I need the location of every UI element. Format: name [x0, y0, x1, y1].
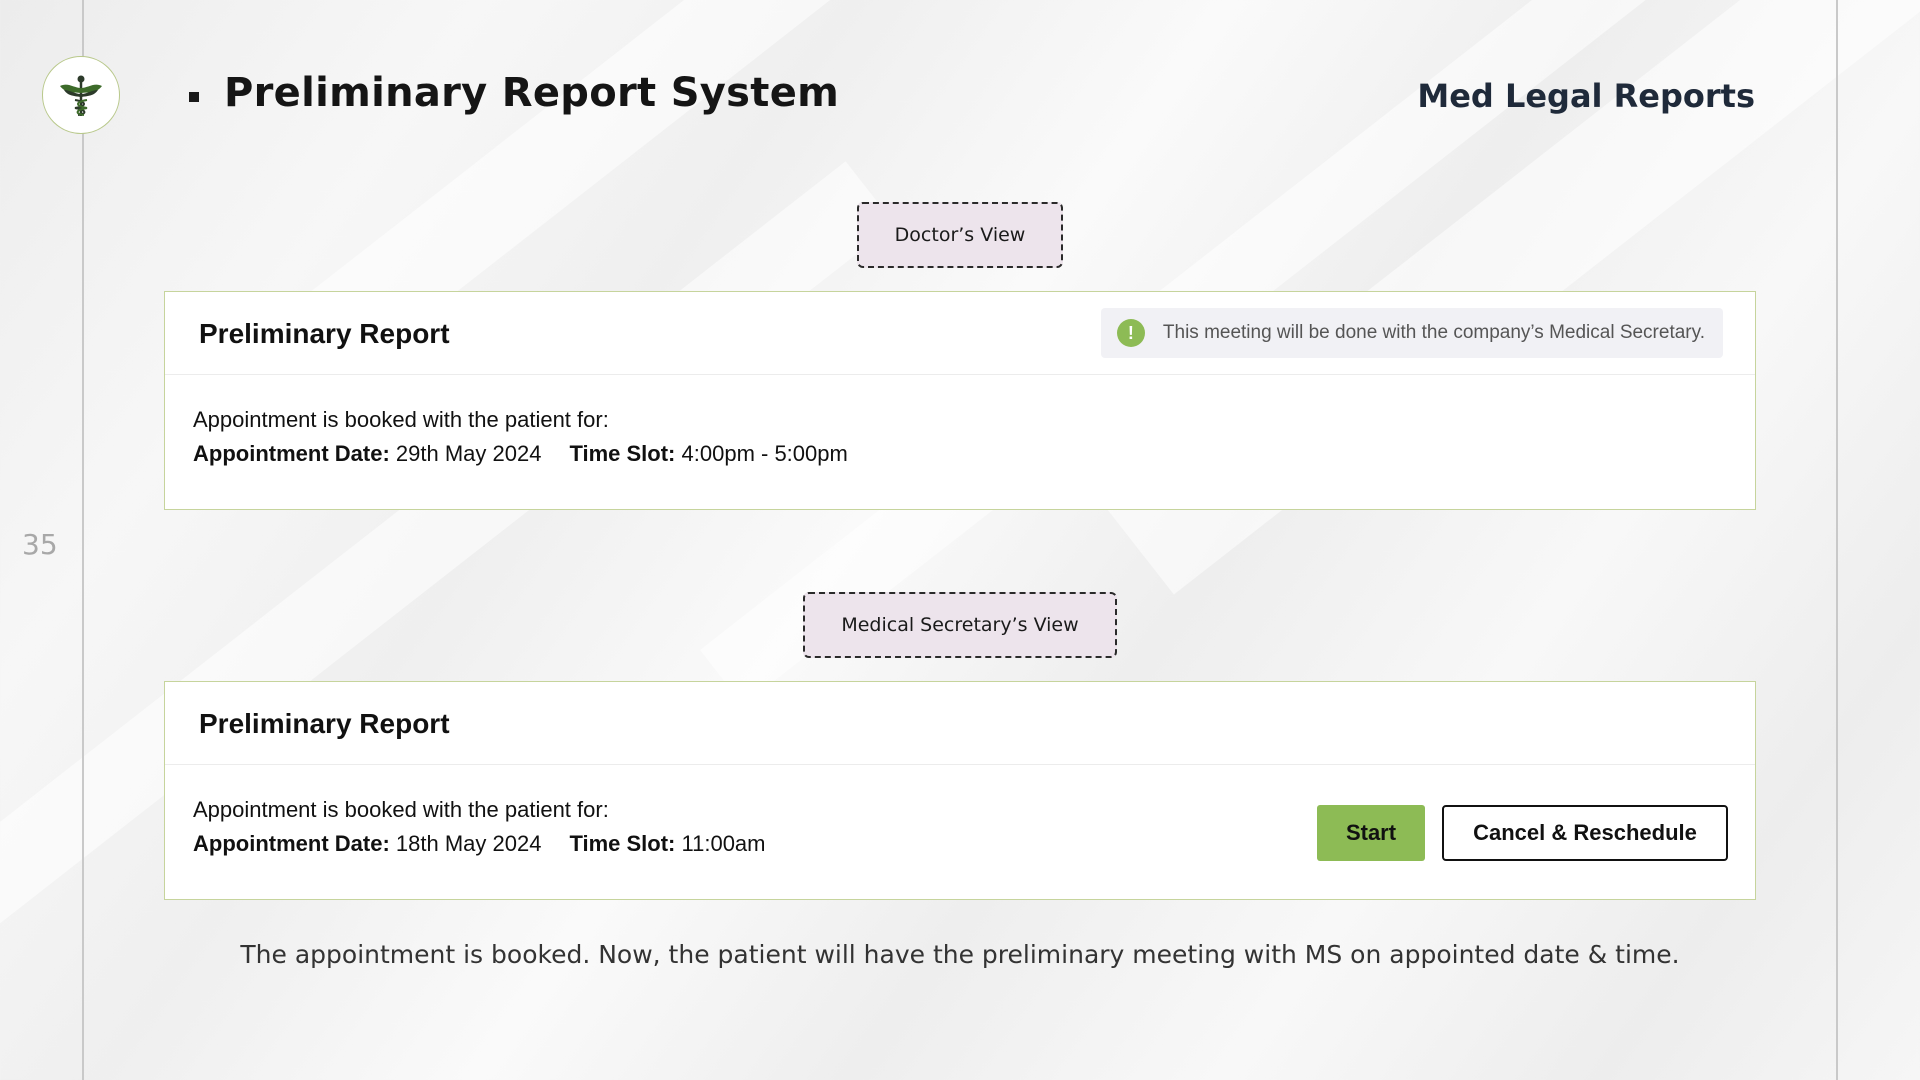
notice-text: This meeting will be done with the compa…: [1162, 322, 1705, 343]
slot-label: Time Slot:: [569, 831, 676, 856]
date-label: Appointment Date:: [193, 441, 390, 466]
start-button[interactable]: Start: [1317, 805, 1425, 861]
caduceus-logo: [42, 56, 120, 134]
booked-text: Appointment is booked with the patient f…: [193, 407, 609, 432]
card-title: Preliminary Report: [199, 318, 450, 349]
secretary-report-card: Preliminary Report Appointment is booked…: [164, 681, 1756, 900]
left-rule: [82, 0, 84, 1080]
appointment-details: Appointment Date: 29th May 2024 Time Slot…: [193, 441, 848, 467]
date-value: 18th May 2024: [395, 831, 542, 856]
appointment-details: Appointment Date: 18th May 2024 Time Slot…: [193, 831, 766, 857]
secretary-view-tag: Medical Secretary’s View: [803, 592, 1117, 658]
brand-name: Med Legal Reports: [1417, 77, 1755, 115]
slot-label: Time Slot:: [569, 441, 676, 466]
date-value: 29th May 2024: [395, 441, 542, 466]
date-label: Appointment Date:: [193, 831, 390, 856]
booked-text: Appointment is booked with the patient f…: [193, 797, 609, 822]
doctor-view-tag: Doctor’s View: [857, 202, 1063, 268]
card-header: Preliminary Report: [165, 682, 1755, 765]
slide-number: 35: [22, 528, 58, 561]
page-title: Preliminary Report System: [224, 70, 840, 116]
card-header: Preliminary Report ! This meeting will b…: [165, 292, 1755, 375]
slot-value: 11:00am: [681, 831, 766, 856]
info-notice: ! This meeting will be done with the com…: [1100, 308, 1723, 358]
caduceus-icon: [60, 75, 102, 116]
cancel-reschedule-button[interactable]: Cancel & Reschedule: [1442, 805, 1728, 861]
title-bullet: [189, 92, 199, 102]
slot-value: 4:00pm - 5:00pm: [681, 441, 848, 466]
card-title: Preliminary Report: [199, 708, 450, 739]
right-rule: [1836, 0, 1838, 1080]
doctor-report-card: Preliminary Report ! This meeting will b…: [164, 291, 1756, 510]
exclamation-circle-icon: !: [1116, 319, 1145, 347]
footer-note: The appointment is booked. Now, the pati…: [240, 940, 1680, 969]
